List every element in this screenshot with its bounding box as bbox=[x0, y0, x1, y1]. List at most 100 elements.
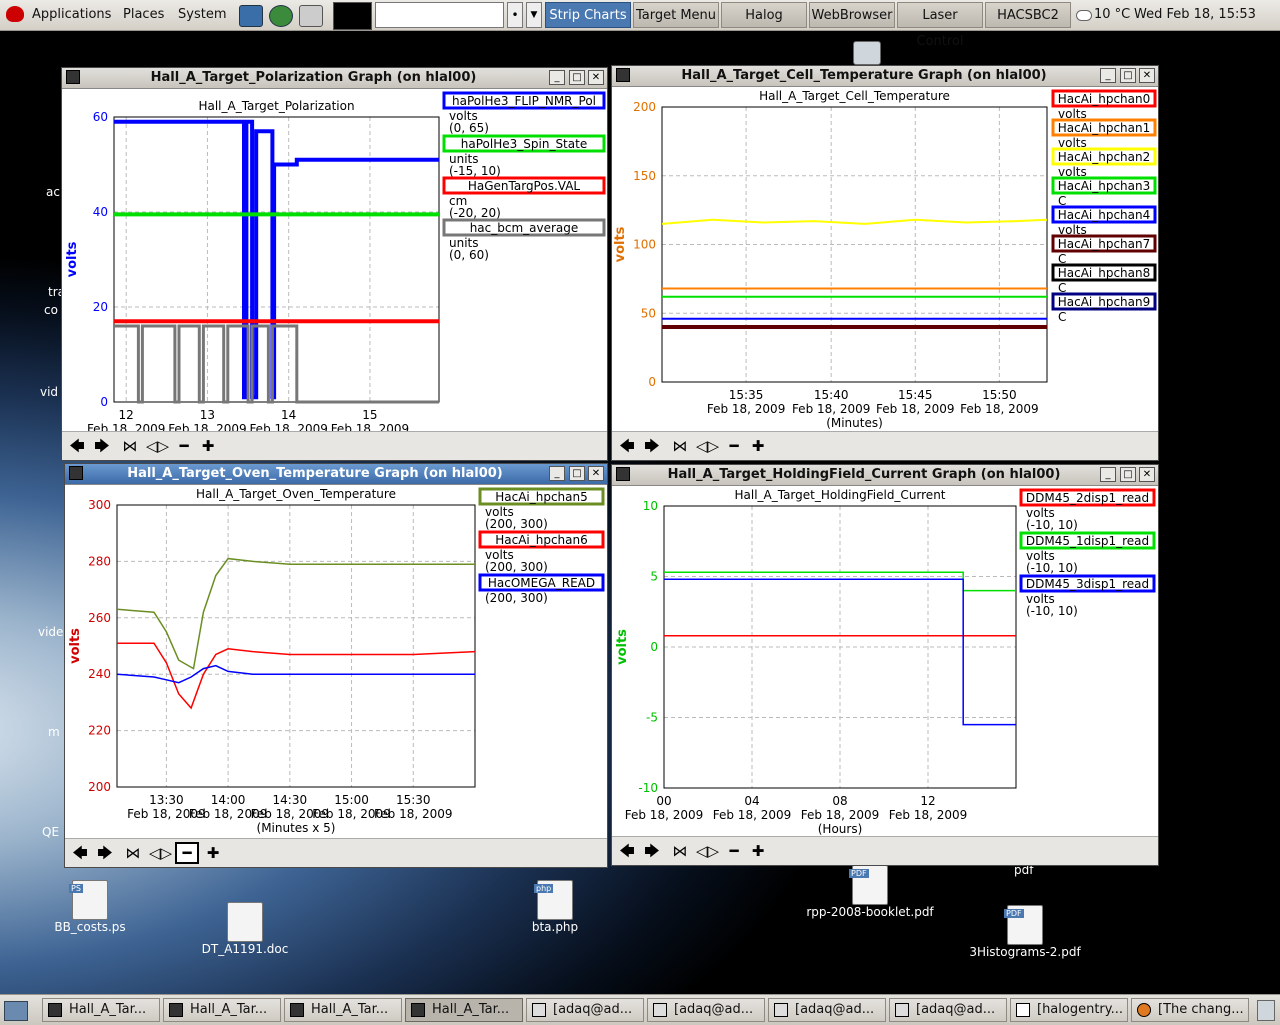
desktop-fragment: co bbox=[44, 303, 58, 317]
maximize-button[interactable]: □ bbox=[569, 466, 585, 481]
expand-icon[interactable]: ◁▷ bbox=[146, 437, 169, 455]
legend-entry: HacAi_hpchan0 bbox=[1058, 92, 1151, 106]
places-menu[interactable]: Places bbox=[123, 7, 164, 22]
titlebar[interactable]: Hall_A_Target_HoldingField_Current Graph… bbox=[612, 465, 1158, 486]
expand-icon[interactable]: ◁▷ bbox=[696, 842, 719, 860]
globe-launcher-icon[interactable] bbox=[269, 5, 293, 27]
compress-icon[interactable]: ⋈ bbox=[120, 437, 140, 455]
applications-menu[interactable]: Applications bbox=[32, 7, 111, 22]
minimize-button[interactable]: _ bbox=[1100, 68, 1116, 83]
taskbar-item[interactable]: [adaq@ad... bbox=[526, 998, 644, 1022]
close-button[interactable]: ✕ bbox=[588, 70, 604, 85]
desktop-icon-dt-a1191[interactable]: DT_A1191.doc bbox=[190, 902, 300, 956]
zoom-in-icon[interactable]: ✚ bbox=[203, 844, 223, 862]
window-menu-icon[interactable] bbox=[616, 68, 630, 82]
x-tick-label: 13:30 bbox=[149, 793, 184, 807]
taskbar-item[interactable]: Hall_A_Tar... bbox=[163, 998, 281, 1022]
close-button[interactable]: ✕ bbox=[1139, 68, 1155, 83]
zoom-out-icon[interactable]: ━ bbox=[724, 437, 744, 455]
scroll-left-icon[interactable]: 🡄 bbox=[70, 844, 90, 862]
trash-icon[interactable] bbox=[1257, 1000, 1275, 1021]
taskbar-item[interactable]: [adaq@ad... bbox=[647, 998, 765, 1022]
legend-entry: HacOMEGA_READ bbox=[488, 576, 595, 590]
taskbar-item[interactable]: Hall_A_Tar... bbox=[42, 998, 160, 1022]
close-button[interactable]: ✕ bbox=[588, 466, 604, 481]
maximize-button[interactable]: □ bbox=[569, 70, 585, 85]
expand-icon[interactable]: ◁▷ bbox=[149, 844, 172, 862]
y-axis-label: volts bbox=[65, 241, 80, 277]
expand-icon[interactable]: ◁▷ bbox=[696, 437, 719, 455]
webbrowser-button[interactable]: WebBrowser bbox=[809, 2, 895, 28]
close-button[interactable]: ✕ bbox=[1139, 467, 1155, 482]
desktop-icon-bb-costs[interactable]: PS BB_costs.ps bbox=[40, 880, 140, 934]
taskbar-item[interactable]: [halogentry... bbox=[1010, 998, 1128, 1022]
window-menu-icon[interactable] bbox=[69, 466, 83, 480]
chevron-down-icon[interactable]: ▼ bbox=[526, 2, 542, 28]
scroll-right-icon[interactable]: 🡆 bbox=[95, 844, 115, 862]
target-menu-button[interactable]: Target Menu bbox=[633, 2, 719, 28]
desktop-icon-bta-php[interactable]: php bta.php bbox=[510, 880, 600, 934]
laser-control-button[interactable]: Laser Control bbox=[897, 2, 983, 49]
desktop-icon-3histograms[interactable]: PDF 3Histograms-2.pdf bbox=[955, 905, 1095, 959]
legend-range: (0, 65) bbox=[449, 121, 489, 135]
legend-range: (-15, 10) bbox=[449, 164, 501, 178]
y-tick-label: 0 bbox=[650, 640, 658, 654]
scroll-right-icon[interactable]: 🡆 bbox=[92, 437, 112, 455]
screen-launcher-icon[interactable] bbox=[239, 5, 263, 27]
y-tick-label: 260 bbox=[88, 611, 111, 625]
clock[interactable]: Wed Feb 18, 15:53 bbox=[1134, 7, 1256, 22]
chart-title: Hall_A_Target_HoldingField_Current bbox=[734, 488, 945, 502]
zoom-in-icon[interactable]: ✚ bbox=[748, 842, 768, 860]
strip-charts-button[interactable]: Strip Charts bbox=[545, 2, 631, 28]
chart-toolbar: 🡄 🡆 ⋈ ◁▷ ━ ✚ bbox=[612, 836, 1158, 865]
taskbar-item[interactable]: [adaq@ad... bbox=[768, 998, 886, 1022]
zoom-out-icon[interactable]: ━ bbox=[175, 842, 199, 864]
zoom-out-icon[interactable]: ━ bbox=[724, 842, 744, 860]
scroll-left-icon[interactable]: 🡄 bbox=[617, 437, 637, 455]
zoom-in-icon[interactable]: ✚ bbox=[198, 437, 218, 455]
maximize-button[interactable]: □ bbox=[1120, 68, 1136, 83]
titlebar[interactable]: Hall_A_Target_Polarization Graph (on hla… bbox=[62, 68, 607, 89]
maximize-button[interactable]: □ bbox=[1120, 467, 1136, 482]
compress-icon[interactable]: ⋈ bbox=[670, 842, 690, 860]
halog-button[interactable]: Halog bbox=[721, 2, 807, 28]
minimize-button[interactable]: _ bbox=[549, 466, 565, 481]
x-tick-label: 14 bbox=[281, 408, 296, 422]
titlebar[interactable]: Hall_A_Target_Oven_Temperature Graph (on… bbox=[65, 464, 607, 485]
trash-icon[interactable] bbox=[853, 41, 881, 65]
scroll-right-icon[interactable]: 🡆 bbox=[642, 437, 662, 455]
command-input[interactable] bbox=[375, 2, 504, 28]
y-tick-label: 300 bbox=[88, 498, 111, 512]
weather-temperature[interactable]: 10 °C bbox=[1094, 7, 1130, 22]
system-monitor-icon[interactable] bbox=[333, 2, 372, 30]
system-menu[interactable]: System bbox=[178, 7, 226, 22]
desktop-icon-rpp-booklet[interactable]: PDF rpp-2008-booklet.pdf bbox=[790, 865, 950, 919]
hacsbc2-button[interactable]: HACSBC2 bbox=[985, 2, 1071, 28]
taskbar-item[interactable]: [adaq@ad... bbox=[889, 998, 1007, 1022]
window-menu-icon[interactable] bbox=[66, 70, 80, 84]
titlebar[interactable]: Hall_A_Target_Cell_Temperature Graph (on… bbox=[612, 66, 1158, 87]
minimize-button[interactable]: _ bbox=[1100, 467, 1116, 482]
compress-icon[interactable]: ⋈ bbox=[670, 437, 690, 455]
zoom-in-icon[interactable]: ✚ bbox=[748, 437, 768, 455]
show-desktop-icon[interactable] bbox=[4, 1001, 28, 1021]
taskbar-item[interactable]: Hall_A_Tar... bbox=[405, 998, 523, 1022]
taskbar-item[interactable]: [The chang... bbox=[1131, 998, 1249, 1022]
calculator-launcher-icon[interactable] bbox=[299, 5, 323, 27]
redhat-logo-icon[interactable] bbox=[6, 6, 24, 22]
taskbar-item[interactable]: Hall_A_Tar... bbox=[284, 998, 402, 1022]
window-menu-icon[interactable] bbox=[616, 467, 630, 481]
legend-entry: haPolHe3_FLIP_NMR_Pol bbox=[452, 94, 596, 108]
zoom-out-icon[interactable]: ━ bbox=[174, 437, 194, 455]
command-history-button[interactable]: • bbox=[507, 2, 523, 28]
scroll-right-icon[interactable]: 🡆 bbox=[642, 842, 662, 860]
window-title: Hall_A_Target_Cell_Temperature Graph (on… bbox=[681, 68, 1047, 83]
taskbar-item-label: Hall_A_Tar... bbox=[311, 1002, 389, 1017]
legend-range: (200, 300) bbox=[485, 591, 548, 605]
compress-icon[interactable]: ⋈ bbox=[123, 844, 143, 862]
series-line bbox=[114, 119, 439, 400]
y-tick-label: 200 bbox=[88, 780, 111, 794]
minimize-button[interactable]: _ bbox=[549, 70, 565, 85]
scroll-left-icon[interactable]: 🡄 bbox=[67, 437, 87, 455]
scroll-left-icon[interactable]: 🡄 bbox=[617, 842, 637, 860]
